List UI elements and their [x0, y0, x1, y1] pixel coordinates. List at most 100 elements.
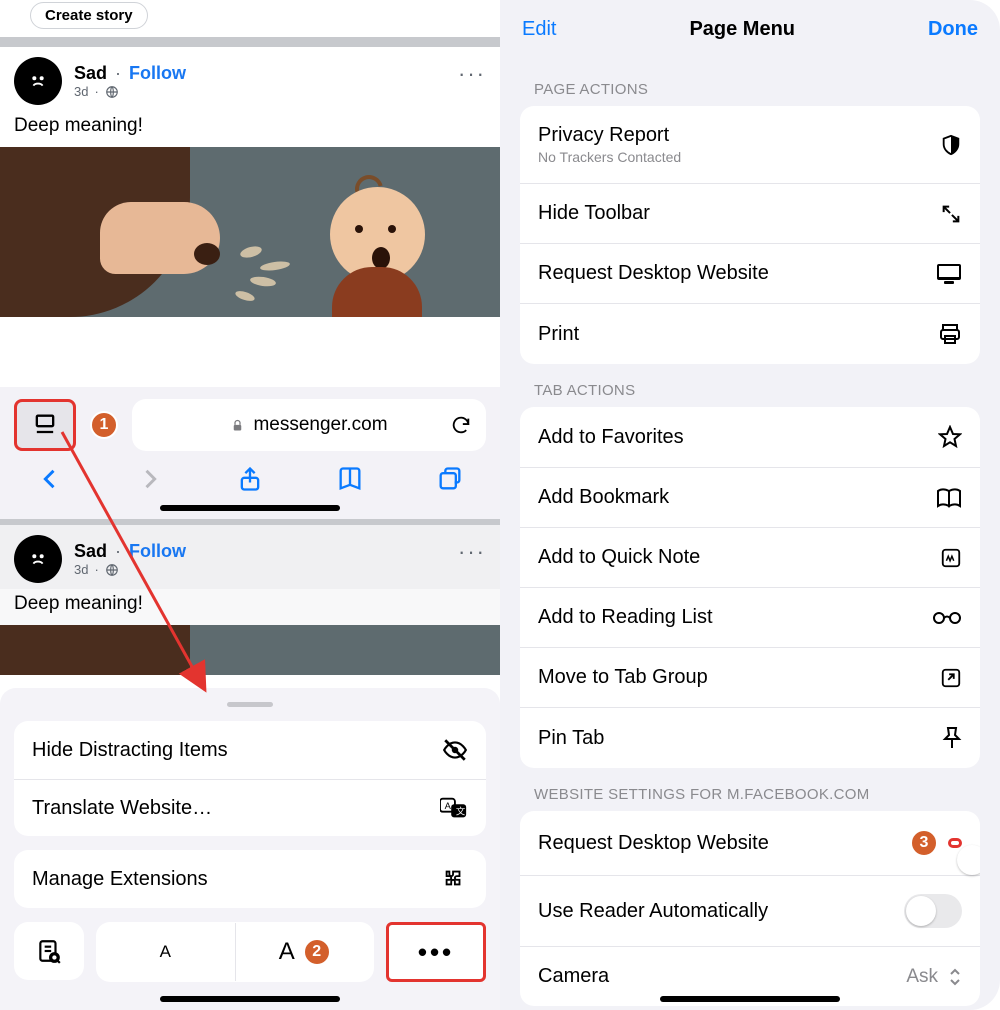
home-indicator [160, 996, 340, 1002]
row-label: Add to Reading List [538, 606, 713, 629]
address-bar[interactable]: messenger.com [132, 399, 486, 451]
home-indicator [660, 996, 840, 1002]
text-larger-button[interactable]: A 2 [235, 923, 375, 981]
text-smaller-button[interactable]: A [96, 923, 235, 981]
edit-button[interactable]: Edit [522, 18, 556, 41]
row-label: Pin Tab [538, 727, 604, 750]
quicknote-icon [940, 547, 962, 569]
avatar[interactable] [14, 535, 62, 583]
dot: · [115, 63, 121, 84]
safari-bottom-bar: 1 messenger.com [0, 387, 500, 519]
reader-mode-button[interactable] [14, 922, 84, 980]
post-more-button[interactable]: ··· [458, 539, 486, 565]
glasses-icon [932, 610, 962, 626]
row-label: Privacy Report [538, 124, 681, 147]
row-label: Translate Website… [32, 797, 212, 820]
annotation-badge-2: 2 [303, 938, 331, 966]
row-label: Hide Toolbar [538, 202, 650, 225]
page-title: Page Menu [689, 18, 795, 41]
request-desktop-row[interactable]: Request Desktop Website [520, 243, 980, 303]
shield-icon [940, 133, 962, 157]
tabs-button[interactable] [436, 465, 464, 493]
add-readinglist-row[interactable]: Add to Reading List [520, 587, 980, 647]
feed-post: Sad · Follow 3d · ··· Deep meaning! [0, 47, 500, 387]
book-icon [936, 487, 962, 509]
section-tab-actions: TAB ACTIONS [500, 364, 1000, 407]
request-desktop-toggle-row[interactable]: Request Desktop Website 3 [520, 811, 980, 875]
reload-button[interactable] [450, 414, 472, 436]
annotation-highlight [948, 838, 962, 848]
row-label: Move to Tab Group [538, 666, 708, 689]
annotation-badge-3: 3 [910, 829, 938, 857]
globe-icon [105, 563, 119, 577]
add-bookmark-row[interactable]: Add Bookmark [520, 467, 980, 527]
back-button[interactable] [36, 465, 64, 493]
arrows-diagonal-icon [940, 203, 962, 225]
share-button[interactable] [236, 465, 264, 493]
sheet-grabber[interactable] [227, 702, 273, 707]
section-website-settings: WEBSITE SETTINGS FOR M.FACEBOOK.COM [500, 768, 1000, 811]
star-icon [938, 425, 962, 449]
pin-tab-row[interactable]: Pin Tab [520, 707, 980, 768]
bookmarks-button[interactable] [336, 465, 364, 493]
row-label: Use Reader Automatically [538, 900, 768, 923]
hide-distracting-items[interactable]: Hide Distracting Items [14, 721, 486, 779]
privacy-report-row[interactable]: Privacy Report No Trackers Contacted [520, 106, 980, 183]
dot: · [94, 84, 98, 99]
dot: · [115, 541, 121, 562]
left-screenshot: Create story Sad · Follow 3d · ··· [0, 0, 500, 1010]
desktop-icon [936, 263, 962, 285]
post-author[interactable]: Sad [74, 541, 107, 562]
reader-auto-toggle-row[interactable]: Use Reader Automatically [520, 875, 980, 946]
row-label: Request Desktop Website [538, 832, 769, 855]
move-tabgroup-row[interactable]: Move to Tab Group [520, 647, 980, 707]
row-label: Add to Favorites [538, 426, 684, 449]
avatar[interactable] [14, 57, 62, 105]
post-age: 3d [74, 84, 88, 99]
hide-toolbar-row[interactable]: Hide Toolbar [520, 183, 980, 243]
row-sublabel: No Trackers Contacted [538, 149, 681, 165]
more-button[interactable]: ••• [386, 922, 486, 982]
follow-link[interactable]: Follow [129, 63, 186, 84]
pin-icon [942, 726, 962, 750]
add-favorites-row[interactable]: Add to Favorites [520, 407, 980, 467]
feed-post: Sad · Follow 3d · ··· Deep meaning! [0, 525, 500, 675]
text-size-control[interactable]: A A 2 [96, 922, 374, 982]
row-label: Manage Extensions [32, 868, 208, 891]
translate-website[interactable]: Translate Website… A文 [14, 779, 486, 836]
toggle-switch[interactable] [904, 894, 962, 928]
url-text: messenger.com [253, 414, 387, 436]
puzzle-icon [442, 866, 468, 892]
eye-slash-icon [442, 737, 468, 763]
forward-button [136, 465, 164, 493]
post-more-button[interactable]: ··· [458, 61, 486, 87]
globe-icon [105, 85, 119, 99]
create-story-chip[interactable]: Create story [30, 2, 148, 29]
post-age: 3d [74, 562, 88, 577]
row-label: Add Bookmark [538, 486, 669, 509]
right-screenshot: Edit Page Menu Done PAGE ACTIONS Privacy… [500, 0, 1000, 1010]
feed-separator [0, 37, 500, 47]
section-page-actions: PAGE ACTIONS [500, 63, 1000, 106]
row-label: Print [538, 323, 579, 346]
svg-text:A: A [445, 801, 452, 811]
post-author[interactable]: Sad [74, 63, 107, 84]
row-label: Hide Distracting Items [32, 739, 228, 762]
page-settings-button[interactable] [14, 399, 76, 451]
lock-icon [230, 418, 245, 433]
translate-icon: A文 [440, 796, 468, 820]
setting-value: Ask [906, 966, 938, 988]
manage-extensions[interactable]: Manage Extensions [14, 850, 486, 908]
done-button[interactable]: Done [928, 18, 978, 41]
follow-link[interactable]: Follow [129, 541, 186, 562]
svg-text:文: 文 [456, 806, 465, 817]
row-label: Add to Quick Note [538, 546, 700, 569]
post-image[interactable] [0, 625, 500, 675]
annotation-badge-1: 1 [90, 411, 118, 439]
print-row[interactable]: Print [520, 303, 980, 364]
post-image[interactable] [0, 147, 500, 317]
arrow-out-icon [940, 667, 962, 689]
post-text: Deep meaning! [0, 111, 500, 147]
chevron-updown-icon [948, 968, 962, 986]
add-quicknote-row[interactable]: Add to Quick Note [520, 527, 980, 587]
